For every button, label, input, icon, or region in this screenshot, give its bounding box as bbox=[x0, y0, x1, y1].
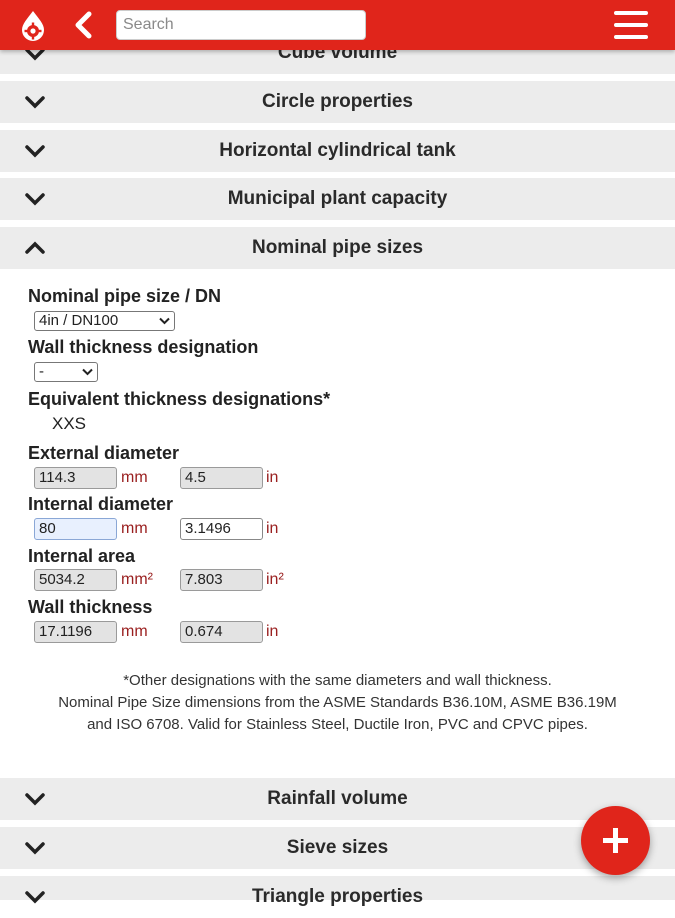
accordion-item-nominal-pipe-sizes[interactable]: Nominal pipe sizes bbox=[0, 227, 675, 269]
external-diameter-in-field[interactable]: 4.5 bbox=[180, 467, 263, 489]
accordion-item-rainfall-volume[interactable]: Rainfall volume bbox=[0, 778, 675, 820]
external-diameter-mm-field[interactable]: 114.3 bbox=[34, 467, 117, 489]
pipe-size-select[interactable]: 4in / DN100 bbox=[34, 311, 175, 331]
internal-area-in-field[interactable]: 7.803 bbox=[180, 569, 263, 591]
accordion-item-sieve-sizes[interactable]: Sieve sizes bbox=[0, 827, 675, 869]
equivalent-designations-label: Equivalent thickness designations* bbox=[28, 389, 331, 409]
drop-gear-icon[interactable] bbox=[16, 9, 50, 43]
wall-designation-value: - bbox=[39, 363, 44, 380]
in-unit: in bbox=[266, 520, 279, 537]
accordion-item-circle-properties[interactable]: Circle properties bbox=[0, 81, 675, 123]
top-app-bar bbox=[0, 0, 675, 50]
external-diameter-label: External diameter bbox=[28, 443, 180, 463]
accordion-item-label: Sieve sizes bbox=[286, 837, 389, 858]
in-unit: in bbox=[266, 623, 279, 640]
pipe-size-value: 4in / DN100 bbox=[39, 312, 119, 329]
mm-unit: mm bbox=[121, 469, 148, 486]
mm2-unit: mm² bbox=[121, 571, 153, 588]
accordion-item-label: Horizontal cylindrical tank bbox=[219, 140, 456, 161]
search-input[interactable] bbox=[116, 10, 366, 40]
in-unit: in bbox=[266, 469, 279, 486]
accordion-item-label: Circle properties bbox=[262, 91, 413, 112]
chevron-down-icon bbox=[82, 368, 93, 376]
accordion-item-label: Triangle properties bbox=[251, 886, 424, 907]
mm-unit: mm bbox=[121, 623, 148, 640]
accordion-item-label: Rainfall volume bbox=[267, 788, 408, 809]
accordion-item-triangle-properties[interactable]: Triangle properties bbox=[0, 876, 675, 907]
chevron-left-icon[interactable] bbox=[70, 10, 98, 40]
wall-thickness-label: Wall thickness bbox=[28, 597, 153, 617]
internal-diameter-mm-input[interactable]: 80 bbox=[34, 518, 117, 540]
wall-thickness-mm-field[interactable]: 17.1196 bbox=[34, 621, 117, 643]
wall-designation-select[interactable]: - bbox=[34, 362, 98, 382]
wall-designation-label: Wall thickness designation bbox=[28, 337, 259, 357]
in2-unit: in² bbox=[266, 571, 284, 588]
internal-diameter-label: Internal diameter bbox=[28, 494, 174, 514]
footnote-line-2: Nominal Pipe Size dimensions from the AS… bbox=[58, 694, 617, 711]
footnote-line-1: *Other designations with the same diamet… bbox=[123, 672, 552, 689]
accordion-item-municipal-plant-capacity[interactable]: Municipal plant capacity bbox=[0, 178, 675, 220]
internal-diameter-in-input[interactable]: 3.1496 bbox=[180, 518, 263, 540]
chevron-down-icon bbox=[159, 317, 170, 325]
pipe-size-label: Nominal pipe size / DN bbox=[28, 286, 222, 306]
equivalent-designations-value: XXS bbox=[52, 414, 87, 433]
hamburger-menu-icon[interactable] bbox=[614, 11, 648, 39]
add-button[interactable] bbox=[581, 806, 650, 875]
accordion-item-label: Municipal plant capacity bbox=[227, 188, 448, 209]
footnote-line-3: and ISO 6708. Valid for Stainless Steel,… bbox=[87, 716, 588, 733]
internal-area-label: Internal area bbox=[28, 546, 136, 566]
mm-unit: mm bbox=[121, 520, 148, 537]
internal-area-mm-field[interactable]: 5034.2 bbox=[34, 569, 117, 591]
accordion-item-label: Nominal pipe sizes bbox=[251, 237, 424, 258]
accordion-item-horizontal-cylindrical-tank[interactable]: Horizontal cylindrical tank bbox=[0, 130, 675, 172]
wall-thickness-in-field[interactable]: 0.674 bbox=[180, 621, 263, 643]
